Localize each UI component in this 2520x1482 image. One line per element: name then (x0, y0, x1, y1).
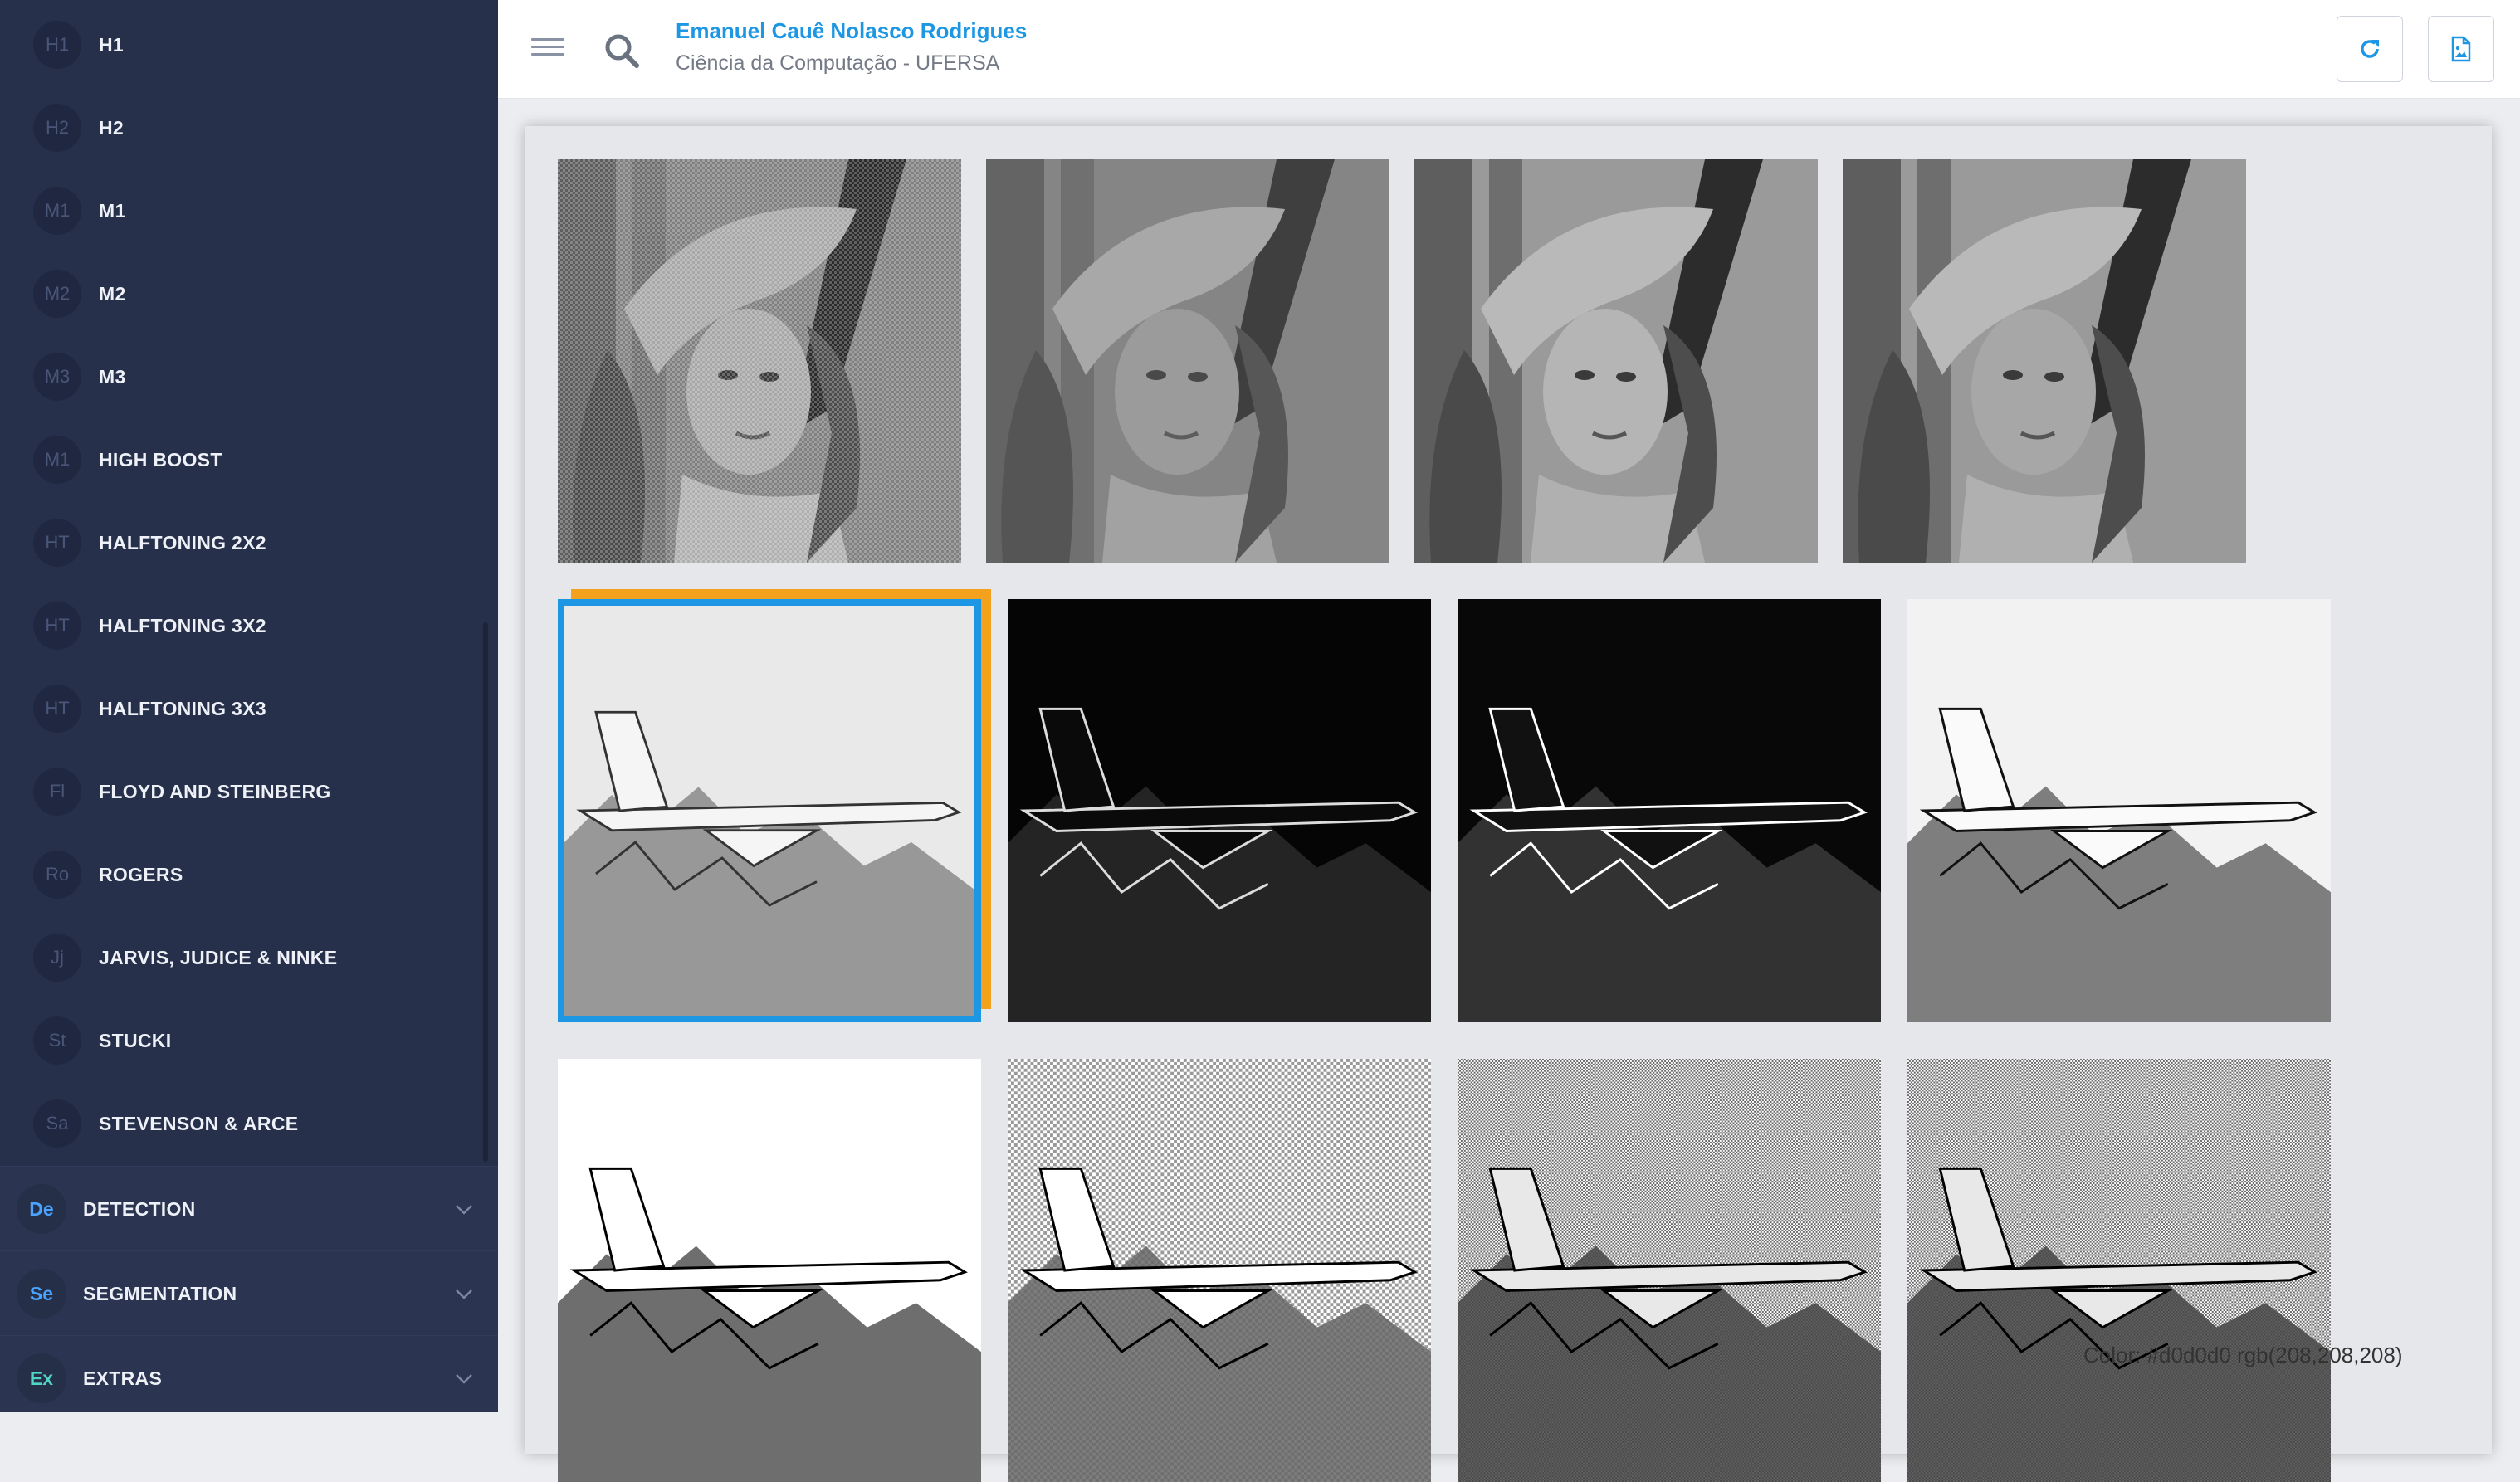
image-original-selected (564, 606, 974, 1016)
sidebar-item-h2[interactable]: H2 H2 (0, 86, 481, 169)
sidebar-item-badge: M1 (33, 436, 81, 484)
sidebar-item-label: STUCKI (99, 1029, 172, 1051)
image-filtered-soft (1843, 159, 2246, 563)
sidebar-item-halftoning-2x2[interactable]: HT HALFTONING 2X2 (0, 501, 481, 584)
sidebar-item-badge: Fl (33, 768, 81, 816)
sidebar-group-label: SEGMENTATION (83, 1282, 237, 1304)
image-thumbnail-f16-halftoning[interactable] (558, 1059, 981, 1482)
image-thumbnail-f16-original-selected[interactable] (558, 599, 981, 1022)
sidebar-item-label: HALFTONING 3X3 (99, 697, 266, 719)
sidebar-item-badge: H1 (33, 21, 81, 69)
sidebar-group-detection[interactable]: De DETECTION (0, 1166, 498, 1251)
image-edges (1008, 599, 1431, 1022)
image-thumbnail-lena-filtered-soft[interactable] (1843, 159, 2246, 563)
sidebar-item-label: STEVENSON & ARCE (99, 1112, 299, 1134)
sidebar-item-badge: Sa (33, 1099, 81, 1148)
sidebar-item-badge: Jj (33, 934, 81, 982)
image-filtered (1414, 159, 1818, 563)
refresh-icon (2361, 40, 2379, 58)
sidebar-item-label: HIGH BOOST (99, 448, 222, 470)
color-readout: Color: #d0d0d0 rgb(208,208,208) (2083, 1343, 2403, 1367)
sidebar-item-badge: M3 (33, 353, 81, 401)
user-name: Emanuel Cauê Nolasco Rodrigues (676, 18, 1028, 43)
sidebar-item-badge: H2 (33, 104, 81, 152)
sidebar-item-halftoning-3x3[interactable]: HT HALFTONING 3X3 (0, 667, 481, 750)
sidebar-item-label: M3 (99, 365, 126, 388)
sidebar-item-label: HALFTONING 2X2 (99, 531, 266, 553)
sidebar: H1 H1 H2 H2 M1 M1 M2 M2 M3 M3 M1 HIGH BOOST HT HALFTO… (0, 0, 498, 1412)
sidebar-group-badge: Se (17, 1269, 66, 1319)
image-thumbnail-f16-halftoning-dither[interactable] (1008, 1059, 1431, 1482)
search-icon[interactable] (603, 32, 641, 70)
sidebar-group-label: DETECTION (83, 1197, 196, 1220)
sidebar-item-m1[interactable]: M1 M1 (0, 169, 481, 252)
sidebar-item-label: M2 (99, 282, 126, 305)
image-thumbnail-f16-edges-strong[interactable] (1458, 599, 1881, 1022)
image-blurred (986, 159, 1389, 563)
sidebar-item-halftoning-3x2[interactable]: HT HALFTONING 3X2 (0, 584, 481, 667)
image-high-boost (1907, 599, 2331, 1022)
sidebar-item-jarvis-judice-ninke[interactable]: Jj JARVIS, JUDICE & NINKE (0, 916, 481, 999)
sidebar-group-extras[interactable]: Ex EXTRAS (0, 1335, 498, 1412)
image-dither-fine (1458, 1059, 1881, 1482)
sidebar-groups: De DETECTION Se SEGMENTATION Ex EXTRAS (0, 1166, 498, 1412)
image-thumbnail-f16-edges[interactable] (1008, 599, 1431, 1022)
sidebar-group-segmentation[interactable]: Se SEGMENTATION (0, 1250, 498, 1336)
sidebar-item-label: HALFTONING 3X2 (99, 614, 266, 636)
sidebar-item-label: ROGERS (99, 863, 183, 885)
chevron-down-icon (456, 1374, 472, 1384)
sidebar-item-label: JARVIS, JUDICE & NINKE (99, 946, 338, 968)
sidebar-item-label: H2 (99, 116, 125, 139)
image-thumbnail-lena-blurred[interactable] (986, 159, 1389, 563)
image-thumbnail-f16-dither-fine[interactable] (1458, 1059, 1881, 1482)
sidebar-item-badge: M2 (33, 270, 81, 318)
sidebar-item-m2[interactable]: M2 M2 (0, 252, 481, 335)
sidebar-group-badge: De (17, 1184, 66, 1234)
sidebar-item-label: H1 (99, 33, 125, 56)
sidebar-item-rogers[interactable]: Ro ROGERS (0, 833, 481, 916)
sidebar-item-label: FLOYD AND STEINBERG (99, 780, 331, 802)
sidebar-item-badge: St (33, 1016, 81, 1065)
sidebar-item-h1[interactable]: H1 H1 (0, 3, 481, 86)
image-edges-strong (1458, 599, 1881, 1022)
sidebar-group-label: EXTRAS (83, 1367, 163, 1389)
sidebar-item-label: M1 (99, 199, 126, 222)
menu-icon[interactable] (531, 33, 564, 66)
sidebar-item-badge: M1 (33, 187, 81, 235)
sidebar-group-badge: Ex (17, 1353, 66, 1403)
sidebar-item-floyd-and-steinberg[interactable]: Fl FLOYD AND STEINBERG (0, 750, 481, 833)
sidebar-item-high-boost[interactable]: M1 HIGH BOOST (0, 418, 481, 501)
refresh-button[interactable] (2337, 16, 2403, 82)
sidebar-scrollbar[interactable] (483, 622, 488, 1162)
sidebar-item-badge: HT (33, 602, 81, 650)
file-image-icon (2451, 36, 2471, 62)
image-gallery-panel (525, 126, 2492, 1482)
user-subtitle: Ciência da Computação - UFERSA (676, 51, 1000, 75)
image-noisy (558, 159, 961, 563)
sidebar-item-badge: HT (33, 519, 81, 567)
sidebar-item-m3[interactable]: M3 M3 (0, 335, 481, 418)
image-dither-error-diffusion (1907, 1059, 2331, 1482)
image-halftoning (558, 1059, 981, 1482)
export-image-button[interactable] (2428, 16, 2494, 82)
image-halftoning-dither (1008, 1059, 1431, 1482)
chevron-down-icon (456, 1205, 472, 1215)
header: Emanuel Cauê Nolasco Rodrigues Ciência d… (498, 0, 2520, 99)
chevron-down-icon (456, 1289, 472, 1299)
sidebar-item-stucki[interactable]: St STUCKI (0, 999, 481, 1082)
sidebar-item-badge: HT (33, 685, 81, 733)
sidebar-item-badge: Ro (33, 851, 81, 899)
image-thumbnail-lena-filtered[interactable] (1414, 159, 1818, 563)
sidebar-item-stevenson-arce[interactable]: Sa STEVENSON & ARCE (0, 1082, 481, 1165)
image-thumbnail-lena-noisy[interactable] (558, 159, 961, 563)
image-thumbnail-f16-high-boost[interactable] (1907, 599, 2331, 1022)
image-thumbnail-f16-dither-error-diffusion[interactable] (1907, 1059, 2331, 1482)
